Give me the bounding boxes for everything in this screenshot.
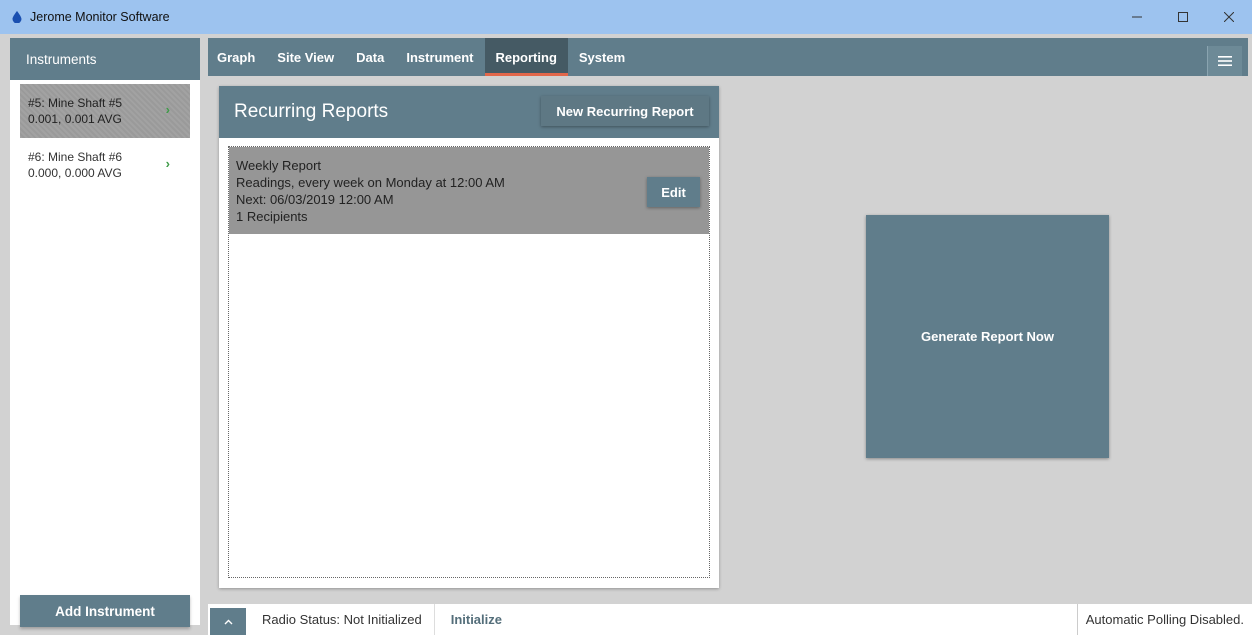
report-name: Weekly Report <box>236 158 322 173</box>
tab-data[interactable]: Data <box>345 38 395 76</box>
radio-status-text: Radio Status: Not Initialized <box>262 612 422 627</box>
add-instrument-button[interactable]: Add Instrument <box>20 595 190 627</box>
tab-system[interactable]: System <box>568 38 636 76</box>
chevron-up-icon <box>224 619 232 624</box>
report-schedule: Readings, every week on Monday at 12:00 … <box>236 175 505 190</box>
tab-graph[interactable]: Graph <box>208 38 266 76</box>
tab-instrument[interactable]: Instrument <box>395 38 484 76</box>
instrument-item-text: #5: Mine Shaft #5 0.001, 0.001 AVG <box>28 95 122 127</box>
report-next-run: Next: 06/03/2019 12:00 AM <box>236 192 394 207</box>
window-title: Jerome Monitor Software <box>30 10 170 24</box>
polling-status-text: Automatic Polling Disabled. <box>1076 604 1252 635</box>
instrument-item-6[interactable]: #6: Mine Shaft #6 0.000, 0.000 AVG › <box>20 138 190 192</box>
tab-site-view[interactable]: Site View <box>266 38 345 76</box>
recurring-reports-list: Weekly Report Readings, every week on Mo… <box>228 146 710 578</box>
hamburger-menu-icon <box>1218 56 1232 66</box>
main-content: Graph Site View Data Instrument Reportin… <box>208 38 1248 600</box>
new-recurring-report-button[interactable]: New Recurring Report <box>541 96 709 126</box>
chevron-right-icon: › <box>165 102 170 117</box>
recurring-reports-panel: Recurring Reports New Recurring Report W… <box>219 86 719 588</box>
tab-reporting[interactable]: Reporting <box>484 38 569 76</box>
instruments-sidebar: Instruments #5: Mine Shaft #5 0.001, 0.0… <box>10 38 200 635</box>
close-icon <box>1224 12 1234 22</box>
recurring-reports-title: Recurring Reports <box>234 101 389 122</box>
close-button[interactable] <box>1206 0 1252 34</box>
chevron-right-icon: › <box>165 156 170 171</box>
menu-button[interactable] <box>1207 46 1242 76</box>
water-drop-icon <box>12 11 22 23</box>
instrument-list: #5: Mine Shaft #5 0.001, 0.001 AVG › #6:… <box>10 80 200 625</box>
status-bar: Radio Status: Not Initialized Initialize… <box>208 604 1252 635</box>
instrument-reading: 0.000, 0.000 AVG <box>28 166 122 180</box>
recurring-reports-header: Recurring Reports New Recurring Report <box>219 86 719 138</box>
instrument-name: #5: Mine Shaft #5 <box>28 96 123 110</box>
instrument-item-text: #6: Mine Shaft #6 0.000, 0.000 AVG <box>28 149 122 181</box>
tab-bar: Graph Site View Data Instrument Reportin… <box>208 38 1248 76</box>
report-recipients: 1 Recipients <box>236 209 308 224</box>
maximize-icon <box>1178 12 1188 22</box>
report-list-item[interactable]: Weekly Report Readings, every week on Mo… <box>229 147 709 234</box>
instrument-item-5[interactable]: #5: Mine Shaft #5 0.001, 0.001 AVG › <box>20 84 190 138</box>
instrument-name: #6: Mine Shaft #6 <box>28 150 123 164</box>
maximize-button[interactable] <box>1160 0 1206 34</box>
window-titlebar: Jerome Monitor Software <box>0 0 1252 34</box>
expand-status-button[interactable] <box>210 608 246 635</box>
generate-report-now-button[interactable]: Generate Report Now <box>866 215 1109 458</box>
instrument-reading: 0.001, 0.001 AVG <box>28 112 122 126</box>
edit-report-button[interactable]: Edit <box>647 177 700 207</box>
window-controls <box>1114 0 1252 34</box>
minimize-button[interactable] <box>1114 0 1160 34</box>
minimize-icon <box>1132 16 1142 18</box>
initialize-link[interactable]: Initialize <box>435 612 502 627</box>
sidebar-header: Instruments <box>10 38 200 80</box>
